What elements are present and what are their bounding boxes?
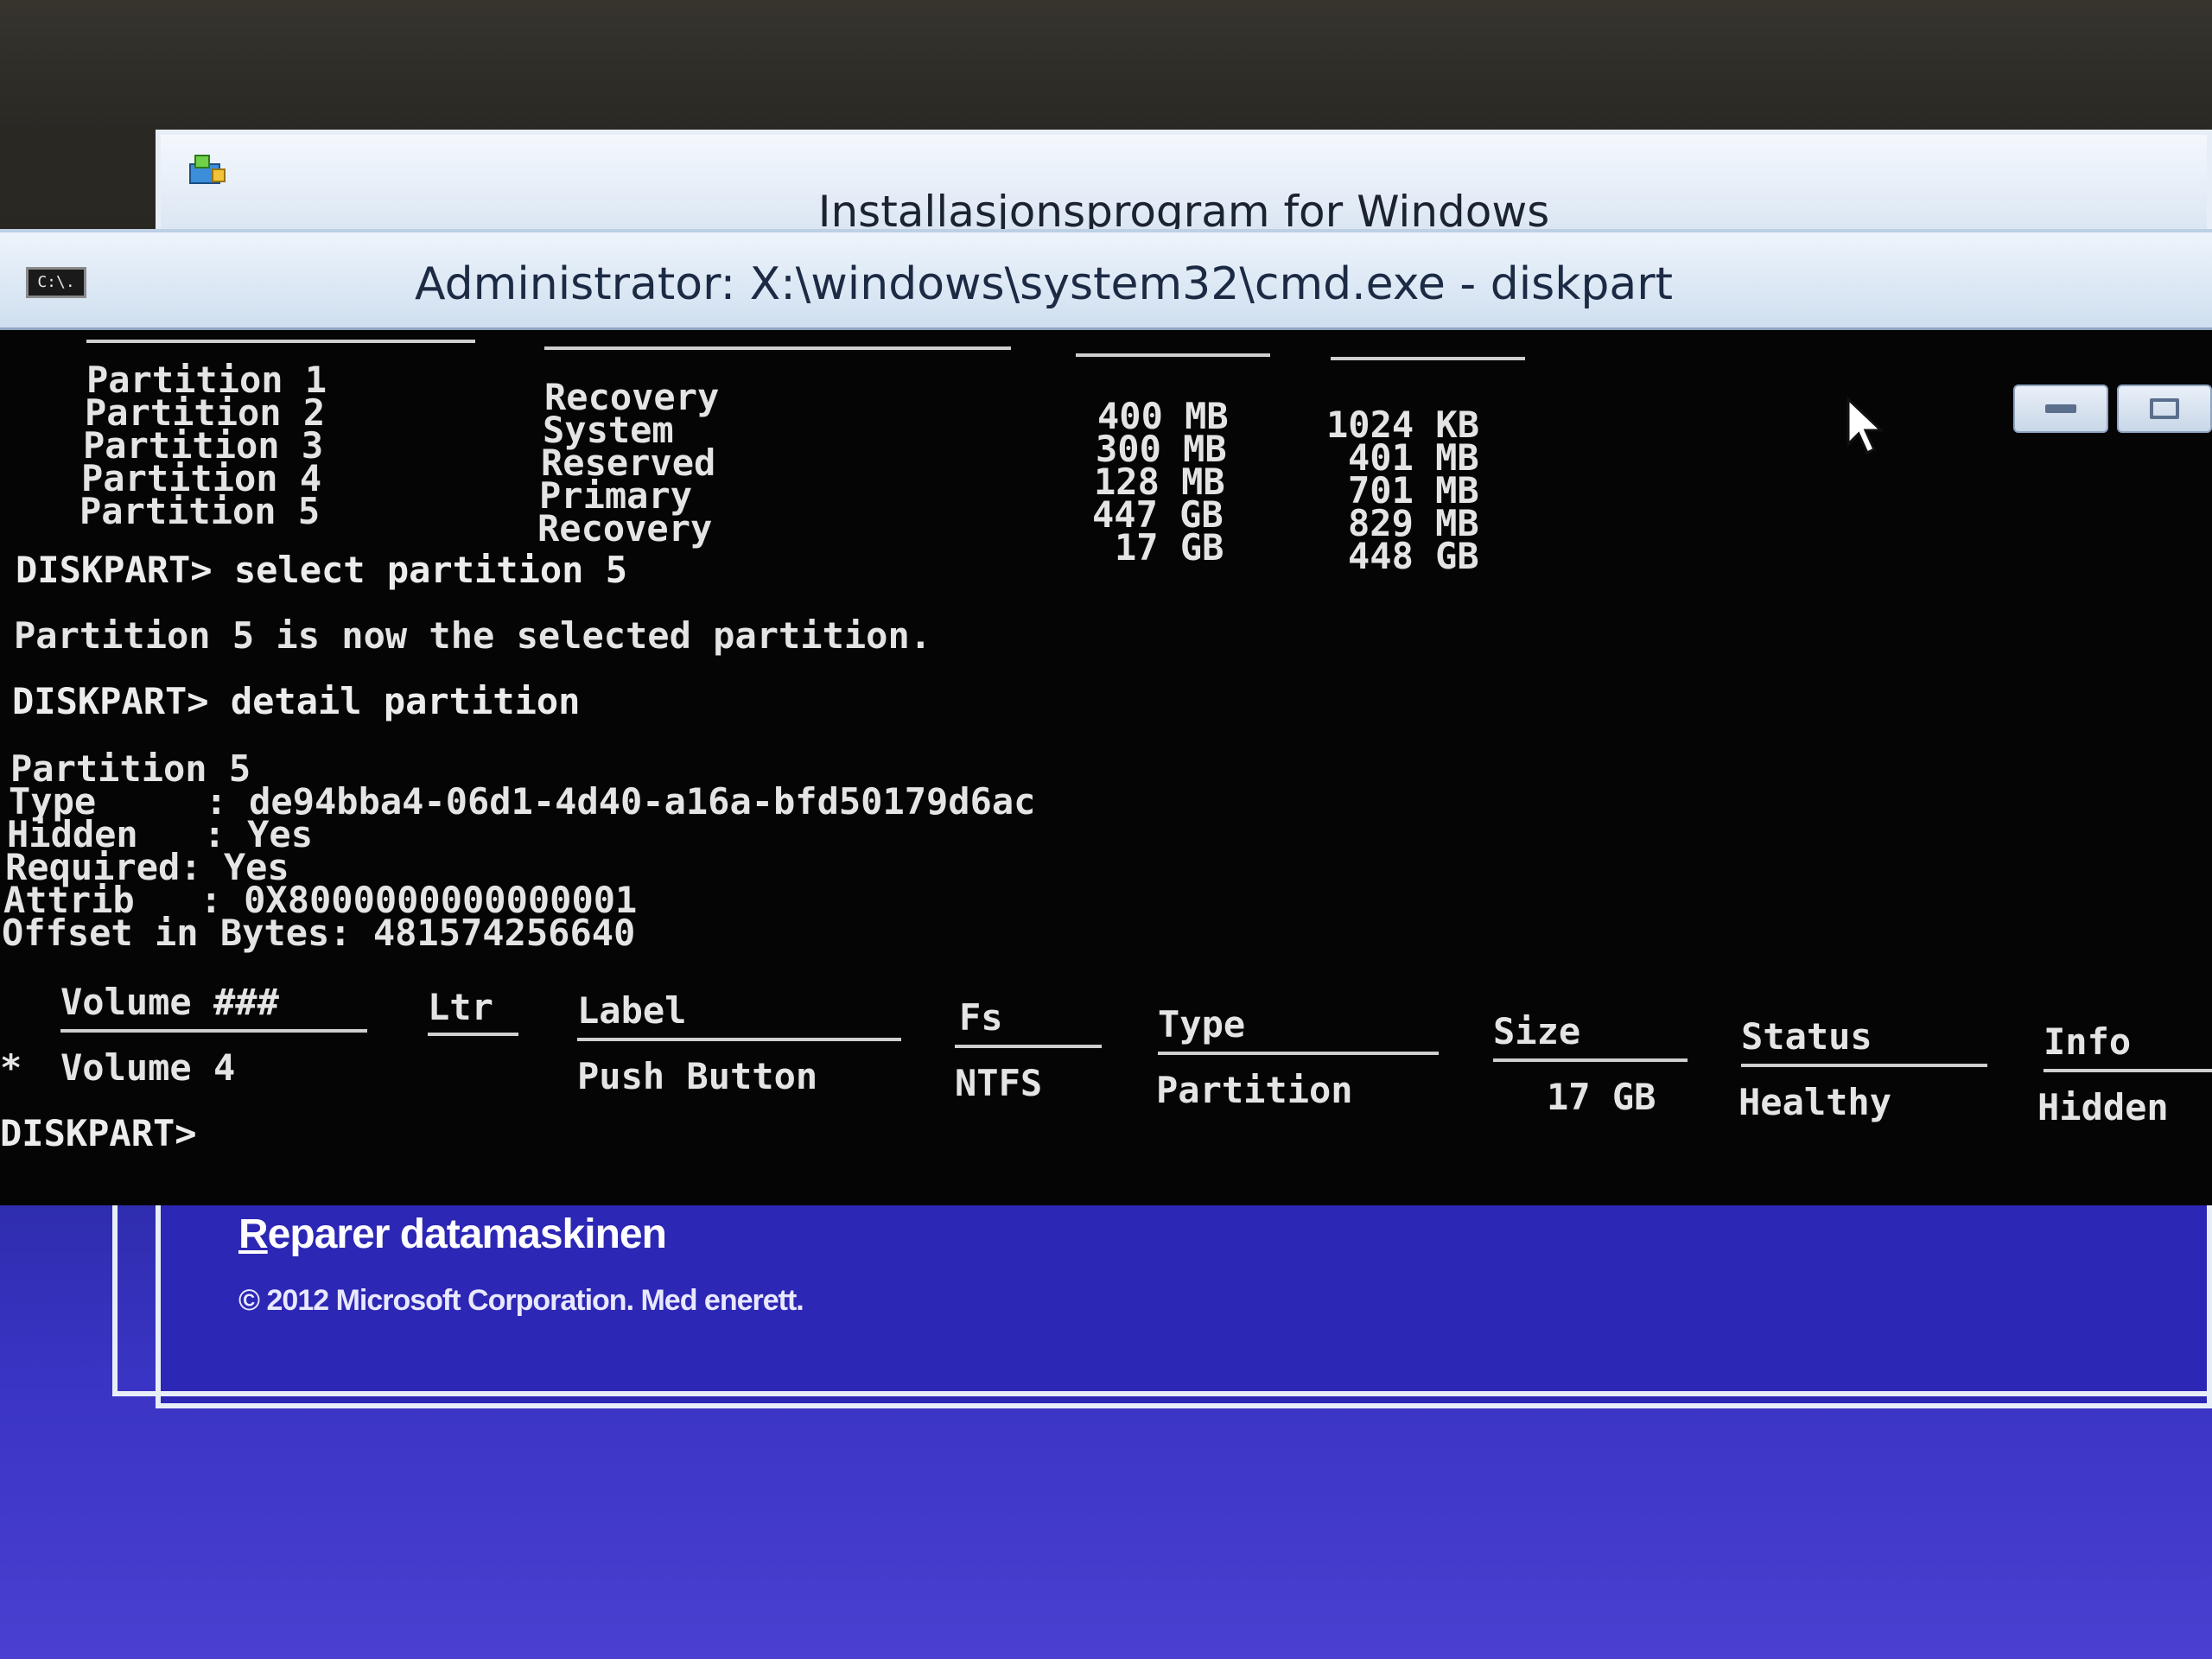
vol-dash-volume <box>60 1029 367 1033</box>
vol-row-status: Healthy <box>1738 1081 1892 1123</box>
setup-app-icon <box>189 155 226 184</box>
vol-dash-size <box>1493 1058 1688 1062</box>
vol-selected-marker: * <box>0 1046 22 1089</box>
diskpart-prompt[interactable]: DISKPART> <box>0 1116 197 1152</box>
vol-row-type: Partition <box>1156 1069 1353 1111</box>
cmd-titlebar[interactable]: C:\. Administrator: X:\windows\system32\… <box>0 232 2212 330</box>
partition-col-dash <box>86 340 475 343</box>
size-col-dash <box>1076 353 1270 357</box>
detail-command: DISKPART> detail partition <box>12 680 581 722</box>
vol-header-size: Size <box>1493 1010 1581 1052</box>
cmd-window-title: Administrator: X:\windows\system32\cmd.e… <box>415 258 1673 310</box>
vol-dash-label <box>577 1038 901 1041</box>
repair-link-accelerator: R <box>238 1211 269 1257</box>
detail-offset: Offset in Bytes: 481574256640 <box>2 912 636 954</box>
cmd-minimize-button[interactable] <box>2013 385 2108 433</box>
copyright-text: © 2012 Microsoft Corporation. Med eneret… <box>238 1284 804 1317</box>
cmd-app-icon: C:\. <box>26 267 86 298</box>
minimize-icon <box>2045 404 2076 413</box>
console-output[interactable]: Partition 1 Partition 2 Partition 3 Part… <box>0 327 2212 1209</box>
vol-header-ltr: Ltr <box>428 986 493 1028</box>
vol-dash-status <box>1741 1064 1987 1067</box>
setup-panel-border-bottom <box>112 1391 2212 1396</box>
cmd-maximize-button[interactable] <box>2117 385 2212 433</box>
cmd-window: C:\. Administrator: X:\windows\system32\… <box>0 229 2212 1205</box>
vol-header-status: Status <box>1741 1015 1872 1058</box>
vol-row-fs: NTFS <box>955 1062 1043 1104</box>
cmd-window-controls <box>2013 385 2212 433</box>
vol-header-volume: Volume ### <box>60 981 279 1023</box>
repair-computer-link[interactable]: Reparer datamaskinen <box>238 1211 667 1258</box>
setup-titlebar: Installasjonsprogram for Windows <box>161 135 2207 237</box>
partition-name: Partition 5 <box>79 490 321 532</box>
vol-dash-type <box>1158 1052 1439 1055</box>
setup-panel-border-left <box>112 1192 118 1396</box>
vol-dash-info <box>2044 1069 2212 1072</box>
partition-offset: 448 GB <box>1348 535 1479 577</box>
vol-header-type: Type <box>1158 1003 1246 1046</box>
vol-header-label: Label <box>577 989 687 1032</box>
vol-row-volume: Volume 4 <box>60 1046 236 1089</box>
vol-dash-ltr <box>428 1033 518 1036</box>
mouse-pointer-icon <box>1847 396 1885 455</box>
partition-type: Recovery <box>537 507 713 550</box>
offset-col-dash <box>1331 357 1525 360</box>
vol-row-label: Push Button <box>577 1055 818 1097</box>
vol-header-fs: Fs <box>959 996 1003 1039</box>
vol-dash-fs <box>955 1045 1102 1048</box>
type-col-dash <box>544 346 1011 350</box>
partition-size: 17 GB <box>1115 526 1224 569</box>
vol-header-info: Info <box>2044 1020 2132 1063</box>
maximize-icon <box>2150 398 2179 419</box>
repair-link-text: eparer datamaskinen <box>267 1211 667 1257</box>
vol-row-size: 17 GB <box>1547 1076 1656 1118</box>
select-result: Partition 5 is now the selected partitio… <box>14 614 932 657</box>
select-command: DISKPART> select partition 5 <box>16 549 628 591</box>
vol-row-info: Hidden <box>2037 1086 2169 1128</box>
